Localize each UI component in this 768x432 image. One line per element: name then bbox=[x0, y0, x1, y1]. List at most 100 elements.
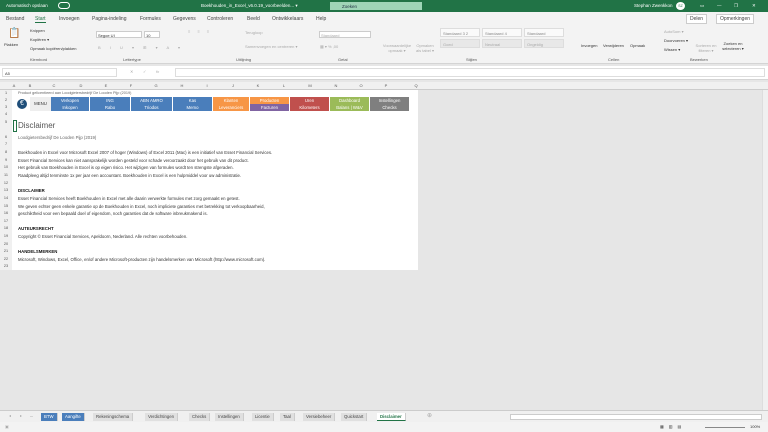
column-header[interactable]: M bbox=[306, 83, 314, 88]
sheet-tab-instellingen[interactable]: Instellingen bbox=[215, 413, 244, 421]
tab-gegevens[interactable]: Gegevens bbox=[173, 16, 196, 22]
column-header[interactable]: H bbox=[178, 83, 186, 88]
tab-bestand[interactable]: Bestand bbox=[6, 16, 24, 22]
maximize-icon[interactable]: ❐ bbox=[734, 3, 738, 9]
worksheet[interactable] bbox=[12, 90, 418, 270]
paste-icon[interactable]: 📋 bbox=[8, 28, 20, 39]
column-header[interactable]: K bbox=[254, 83, 262, 88]
copy-button[interactable]: Kopiëren ▾ bbox=[30, 37, 49, 42]
row-header[interactable]: 21 bbox=[0, 249, 12, 253]
sheet-tab-checks[interactable]: Checks bbox=[189, 413, 211, 421]
column-header[interactable]: F bbox=[127, 83, 135, 88]
avatar[interactable]: SZ bbox=[676, 2, 685, 10]
autosum-button[interactable]: AutoSom ▾ bbox=[664, 29, 684, 34]
menu-button-ing[interactable]: ING bbox=[90, 97, 131, 104]
sheet-tab-quickstart[interactable]: Quickstart bbox=[341, 413, 368, 421]
row-header[interactable]: 20 bbox=[0, 242, 12, 246]
menu-button-memo[interactable]: Memo bbox=[173, 104, 213, 111]
row-header[interactable]: 2 bbox=[0, 98, 12, 102]
style-neutraal[interactable]: Neutraal bbox=[482, 39, 522, 48]
column-header[interactable]: L bbox=[280, 83, 288, 88]
format-as-table-button[interactable]: Opmaken als tabel ▾ bbox=[414, 43, 436, 53]
row-header[interactable]: 1 bbox=[0, 91, 12, 95]
horizontal-scrollbar[interactable] bbox=[510, 414, 762, 420]
cut-button[interactable]: Knippen bbox=[30, 28, 45, 33]
row-header[interactable]: 16 bbox=[0, 211, 12, 215]
column-header[interactable]: B bbox=[26, 83, 34, 88]
row-header[interactable]: 4 bbox=[0, 112, 12, 116]
row-header[interactable]: 15 bbox=[0, 204, 12, 208]
insert-cells-button[interactable]: Invoegen bbox=[581, 43, 597, 48]
number-format-select[interactable]: Standaard bbox=[319, 31, 371, 38]
tab-controleren[interactable]: Controleren bbox=[207, 16, 233, 22]
column-header[interactable]: C bbox=[50, 83, 58, 88]
row-header[interactable]: 12 bbox=[0, 181, 12, 185]
menu-button-rabo[interactable]: Rabo bbox=[90, 104, 131, 111]
enter-icon[interactable]: ✓ bbox=[143, 69, 146, 74]
wrap-text-button[interactable]: Terugloop bbox=[245, 30, 263, 35]
row-header[interactable]: 6 bbox=[0, 135, 12, 139]
format-painter-button[interactable]: Opmaak kopiëren/plakken bbox=[30, 46, 76, 51]
tab-start[interactable]: Start bbox=[35, 16, 46, 23]
tab-beeld[interactable]: Beeld bbox=[247, 16, 260, 22]
menu-button-instellingen[interactable]: Instellingen bbox=[370, 97, 410, 104]
row-header[interactable]: 17 bbox=[0, 219, 12, 223]
menu-button-kilometers[interactable]: Kilometers bbox=[290, 104, 330, 111]
style-ongeldig[interactable]: Ongeldig bbox=[524, 39, 564, 48]
column-header[interactable]: A bbox=[10, 83, 18, 88]
menu-button-triodos[interactable]: Triodos bbox=[131, 104, 173, 111]
menu-button-balans-w-v[interactable]: Balans | W&V bbox=[330, 104, 370, 111]
column-header[interactable]: Q bbox=[412, 83, 420, 88]
menu-button-verkopen[interactable]: Verkopen bbox=[51, 97, 90, 104]
column-header[interactable]: O bbox=[357, 83, 365, 88]
style-standaard[interactable]: Standaard bbox=[524, 28, 564, 37]
menu-button-checks[interactable]: Checks bbox=[370, 104, 410, 111]
column-header[interactable]: G bbox=[152, 83, 160, 88]
minimize-icon[interactable]: — bbox=[717, 3, 722, 8]
sheet-tab-verdichtingen[interactable]: Verdichtingen bbox=[145, 413, 179, 421]
menu-button-leveranciers[interactable]: Leveranciers bbox=[213, 104, 250, 111]
scroll-tabs-left-icon[interactable]: ◂ bbox=[9, 413, 11, 418]
number-format-buttons[interactable]: ▦ ▾ % ,00 bbox=[320, 44, 338, 49]
ribbon-display-icon[interactable]: ▭ bbox=[700, 3, 704, 9]
tab-pagina-indeling[interactable]: Pagina-indeling bbox=[92, 16, 126, 22]
view-buttons[interactable]: ▦▥▤ bbox=[660, 424, 686, 429]
name-box[interactable]: A5 bbox=[2, 68, 117, 77]
macro-record-icon[interactable]: ▣ bbox=[5, 424, 9, 429]
sheet-tab-aangifte[interactable]: Aangifte bbox=[62, 413, 85, 421]
scroll-tabs-right-icon[interactable]: ▸ bbox=[20, 413, 22, 418]
font-select[interactable]: Segoe UI bbox=[96, 31, 142, 38]
zoom-level[interactable]: 100% bbox=[750, 424, 760, 429]
sheet-tab-taal[interactable]: Taal bbox=[280, 413, 295, 421]
row-header[interactable]: 8 bbox=[0, 150, 12, 154]
search-box[interactable]: Zoeken bbox=[330, 2, 422, 10]
more-tabs[interactable]: ... bbox=[30, 413, 33, 418]
row-header[interactable]: 13 bbox=[0, 188, 12, 192]
paste-button[interactable]: Plakken bbox=[4, 42, 18, 47]
delete-cells-button[interactable]: Verwijderen bbox=[603, 43, 624, 48]
sheet-tab-licentie[interactable]: Licentie bbox=[252, 413, 274, 421]
sort-filter-button[interactable]: Sorteren en filteren ▾ bbox=[694, 43, 718, 53]
style-standaard-4[interactable]: Standaard 4 bbox=[482, 28, 522, 37]
menu-button-kas[interactable]: Kas bbox=[173, 97, 213, 104]
row-header[interactable]: 10 bbox=[0, 165, 12, 169]
formula-input[interactable] bbox=[175, 68, 765, 77]
menu-button-producten[interactable]: Producten bbox=[250, 97, 290, 104]
share-button[interactable]: Delen bbox=[686, 14, 708, 24]
vertical-scrollbar[interactable] bbox=[762, 90, 768, 410]
row-header[interactable]: 22 bbox=[0, 257, 12, 261]
row-header[interactable]: 19 bbox=[0, 234, 12, 238]
tab-formules[interactable]: Formules bbox=[140, 16, 161, 22]
tab-ontwikkelaars[interactable]: Ontwikkelaars bbox=[272, 16, 303, 22]
clear-button[interactable]: Wissen ▾ bbox=[664, 47, 680, 52]
column-header[interactable]: P bbox=[382, 83, 390, 88]
row-header[interactable]: 18 bbox=[0, 226, 12, 230]
row-header[interactable]: 11 bbox=[0, 173, 12, 177]
row-header[interactable]: 3 bbox=[0, 105, 12, 109]
autosave-toggle[interactable] bbox=[58, 2, 70, 9]
column-header[interactable]: N bbox=[332, 83, 340, 88]
font-size-select[interactable]: 10 bbox=[144, 31, 160, 38]
menu-button-dashboard[interactable]: Dashboard bbox=[330, 97, 370, 104]
menu-button-abn-amro[interactable]: ABN AMRO bbox=[131, 97, 173, 104]
close-icon[interactable]: ✕ bbox=[752, 3, 756, 9]
